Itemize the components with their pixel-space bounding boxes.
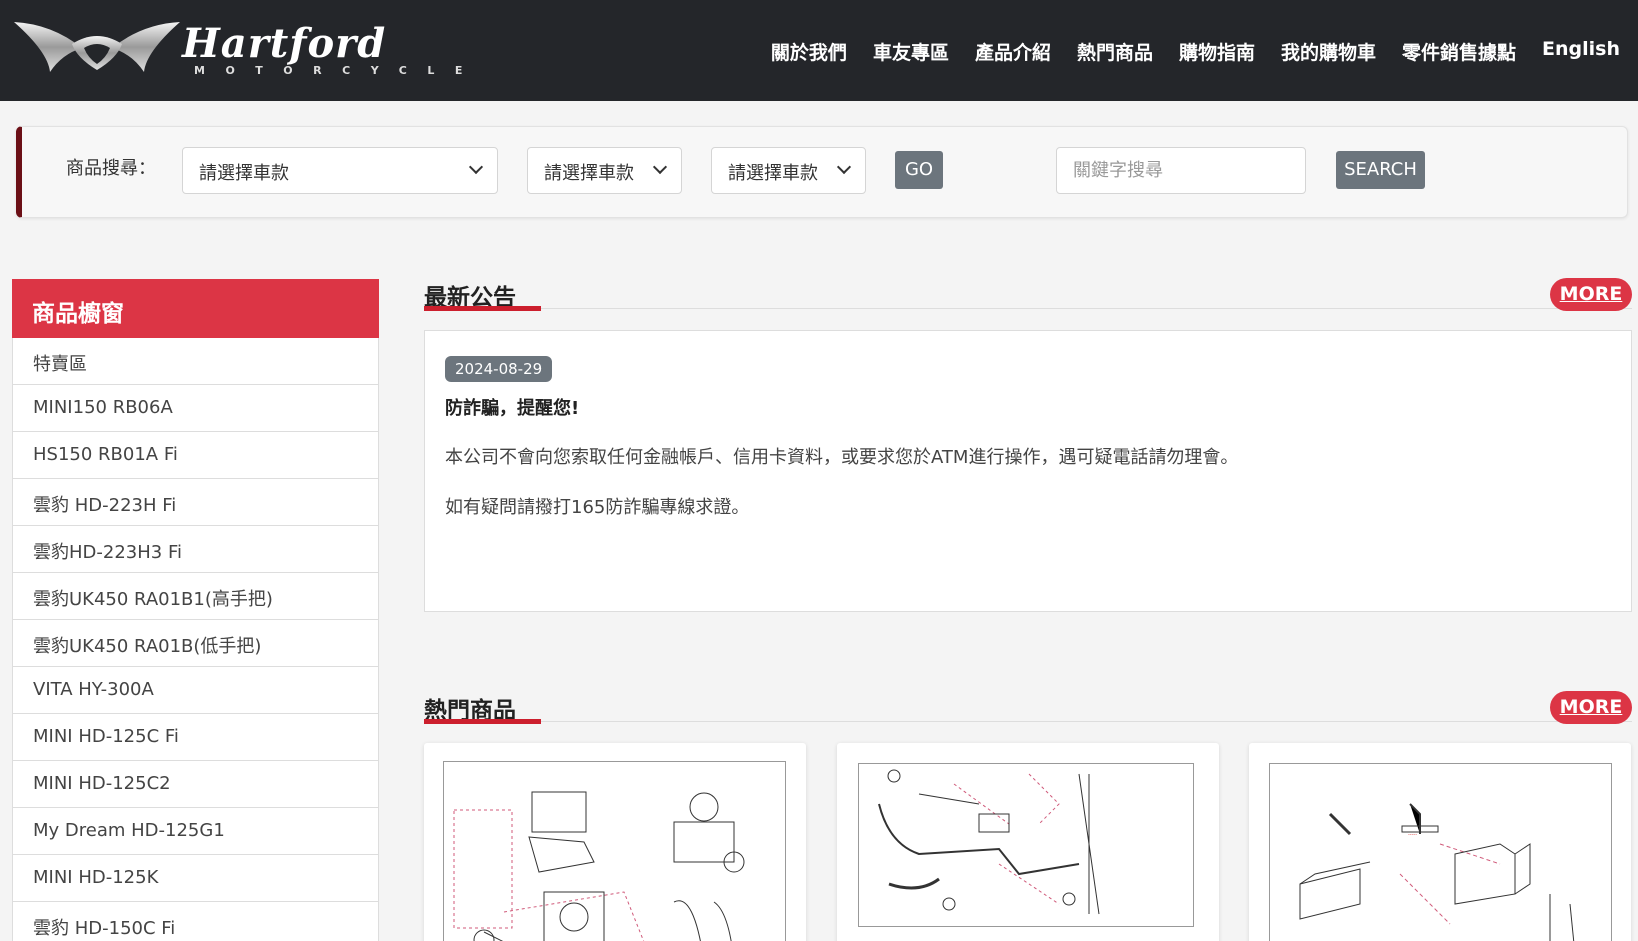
hartford-wing-logo-icon xyxy=(14,22,180,72)
sidebar-item[interactable]: 特賣區 xyxy=(12,338,379,385)
battery-box-diagram-icon: ----- xyxy=(1299,803,1575,941)
engine-diagram-icon xyxy=(453,791,745,941)
nav-hot-products[interactable]: 熱門商品 xyxy=(1077,38,1153,65)
sidebar-item[interactable]: MINI HD-125C Fi xyxy=(12,714,379,761)
sidebar-item[interactable]: 雲豹HD-223H3 Fi xyxy=(12,526,379,573)
site-header: Hartford MOTORCYCLE 關於我們 車友專區 產品介紹 熱門商品 … xyxy=(0,0,1638,101)
nav-parts-dealers[interactable]: 零件銷售據點 xyxy=(1402,38,1516,65)
search-label: 商品搜尋： xyxy=(66,158,156,179)
sidebar-item[interactable]: MINI150 RB06A xyxy=(12,385,379,432)
product-image[interactable]: ----- xyxy=(1269,763,1612,941)
nav-about[interactable]: 關於我們 xyxy=(771,38,847,65)
brand-name: Hartford xyxy=(182,20,387,67)
news-paragraph-1: 本公司不會向您索取任何金融帳戶、信用卡資料，或要求您於ATM進行操作，遇可疑電話… xyxy=(445,447,1239,468)
sidebar-item[interactable]: MINI HD-125C2 xyxy=(12,761,379,808)
nav-shopping-guide[interactable]: 購物指南 xyxy=(1179,38,1255,65)
model-select-3-value: 請選擇車款 xyxy=(728,163,818,184)
chevron-down-icon xyxy=(836,159,852,175)
product-card[interactable]: ----- xyxy=(1249,743,1631,941)
news-title-underline xyxy=(424,306,541,311)
product-card[interactable] xyxy=(837,743,1219,941)
product-image[interactable] xyxy=(858,763,1194,927)
sidebar-item[interactable]: HS150 RB01A Fi xyxy=(12,432,379,479)
go-button[interactable]: GO xyxy=(895,151,943,189)
nav-riders[interactable]: 車友專區 xyxy=(873,38,949,65)
news-more-button[interactable]: MORE xyxy=(1550,278,1632,311)
sidebar-title: 商品櫥窗 xyxy=(12,279,379,338)
nav-english[interactable]: English xyxy=(1542,38,1620,65)
nav-products[interactable]: 產品介紹 xyxy=(975,38,1051,65)
sidebar-item[interactable]: My Dream HD-125G1 xyxy=(12,808,379,855)
sidebar-item[interactable]: 雲豹UK450 RA01B(低手把) xyxy=(12,620,379,667)
keyword-search-input[interactable] xyxy=(1056,147,1306,194)
news-paragraph-2: 如有疑問請撥打165防詐騙專線求證。 xyxy=(445,497,750,518)
search-button[interactable]: SEARCH xyxy=(1336,151,1425,189)
product-search-bar: 商品搜尋： 請選擇車款 請選擇車款 請選擇車款 GO SEARCH xyxy=(16,126,1628,218)
nav-cart[interactable]: 我的購物車 xyxy=(1281,38,1376,65)
sidebar-item[interactable]: VITA HY-300A xyxy=(12,667,379,714)
chevron-down-icon xyxy=(652,159,668,175)
model-select-1[interactable]: 請選擇車款 xyxy=(182,147,498,194)
model-select-3[interactable]: 請選擇車款 xyxy=(711,147,866,194)
sidebar-item[interactable]: 雲豹 HD-150C Fi xyxy=(12,902,379,941)
news-date-badge: 2024-08-29 xyxy=(445,356,553,382)
main-nav: 關於我們 車友專區 產品介紹 熱門商品 購物指南 我的購物車 零件銷售據點 En… xyxy=(745,38,1620,65)
handlebar-diagram-icon xyxy=(878,769,1100,915)
sidebar-item[interactable]: MINI HD-125K xyxy=(12,855,379,902)
hot-title-underline xyxy=(424,719,541,724)
product-card[interactable] xyxy=(424,743,806,941)
chevron-down-icon xyxy=(468,159,484,175)
product-image[interactable] xyxy=(443,761,786,941)
svg-text:-----: ----- xyxy=(1408,832,1417,838)
news-title-divider xyxy=(424,308,1632,309)
model-select-1-value: 請選擇車款 xyxy=(199,163,289,184)
sidebar-item[interactable]: 雲豹UK450 RA01B1(高手把) xyxy=(12,573,379,620)
news-card: 2024-08-29 防詐騙，提醒您! 本公司不會向您索取任何金融帳戶、信用卡資… xyxy=(424,330,1632,612)
model-select-2-value: 請選擇車款 xyxy=(544,163,634,184)
model-select-2[interactable]: 請選擇車款 xyxy=(527,147,682,194)
brand-subtitle: MOTORCYCLE xyxy=(194,64,483,77)
news-headline[interactable]: 防詐騙，提醒您! xyxy=(445,394,579,420)
brand-logo[interactable]: Hartford MOTORCYCLE xyxy=(12,14,462,80)
sidebar-item[interactable]: 雲豹 HD-223H Fi xyxy=(12,479,379,526)
product-sidebar: 商品櫥窗 特賣區 MINI150 RB06A HS150 RB01A Fi 雲豹… xyxy=(12,279,379,941)
hot-title-divider xyxy=(424,721,1632,722)
hot-more-button[interactable]: MORE xyxy=(1550,691,1632,724)
